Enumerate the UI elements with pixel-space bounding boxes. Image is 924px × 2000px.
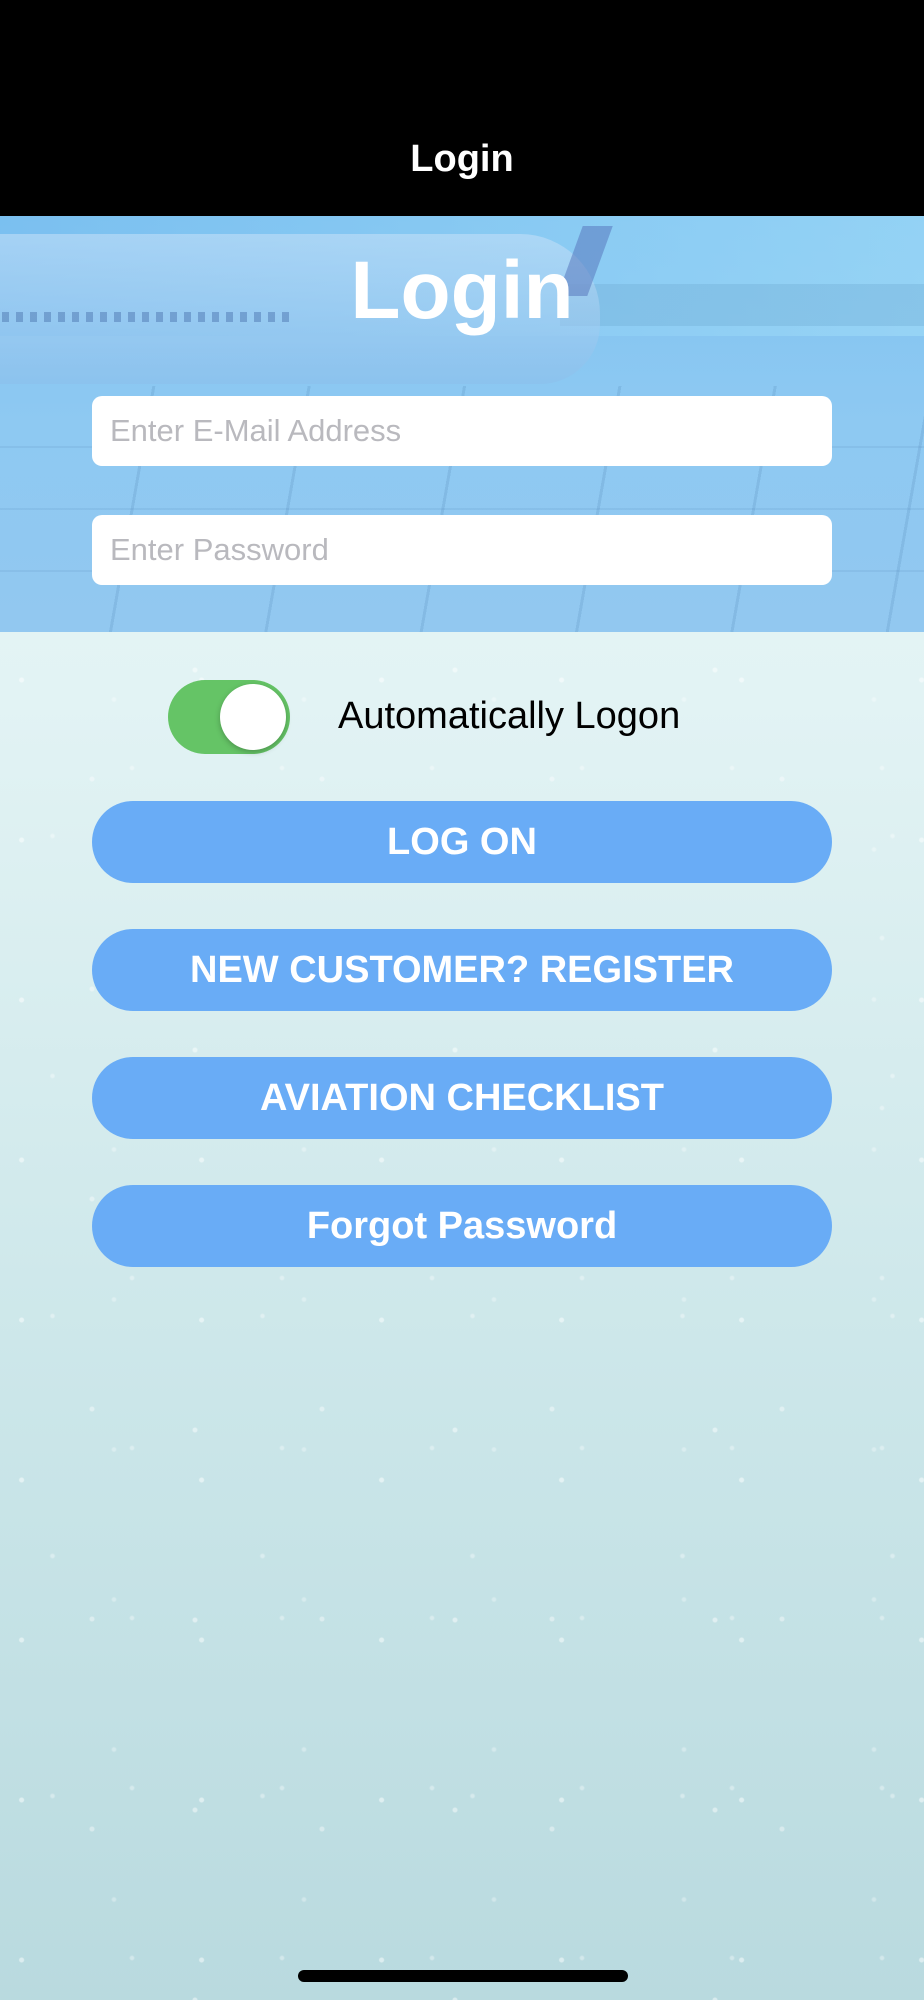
auto-logon-toggle[interactable] (168, 680, 290, 754)
navigation-bar: Login (0, 0, 924, 216)
login-screen: Login Login Automatically Logon LOG ON N… (0, 0, 924, 2000)
toggle-knob (220, 684, 286, 750)
log-on-button[interactable]: LOG ON (92, 801, 832, 883)
register-button[interactable]: NEW CUSTOMER? REGISTER (92, 929, 832, 1011)
forgot-password-button[interactable]: Forgot Password (92, 1185, 832, 1267)
nav-title: Login (410, 138, 514, 180)
hero-title: Login (350, 245, 574, 336)
aviation-checklist-button[interactable]: AVIATION CHECKLIST (92, 1057, 832, 1139)
email-field[interactable] (92, 396, 832, 466)
auto-logon-label: Automatically Logon (338, 695, 681, 737)
password-field[interactable] (92, 515, 832, 585)
home-indicator[interactable] (298, 1970, 628, 1982)
